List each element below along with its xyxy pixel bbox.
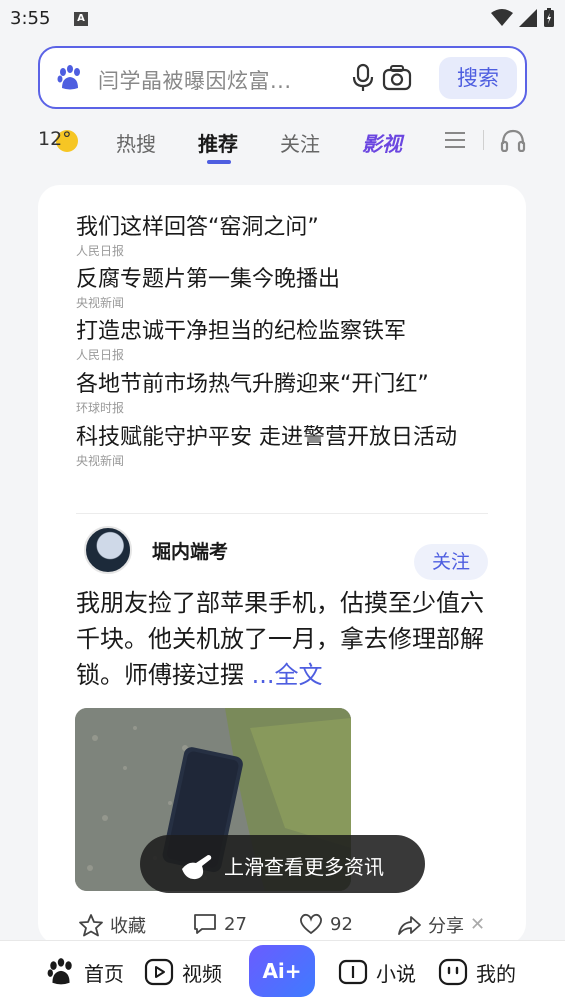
headphones-icon[interactable] [500,128,526,152]
comment-count: 27 [224,913,247,935]
share-label: 分享 [428,916,464,937]
comment-button[interactable]: 27 [192,912,247,936]
swipe-hand-icon [182,855,212,880]
nav-mine[interactable]: 我的 [438,957,516,987]
news-title[interactable]: 科技赋能守护平安 走进警营开放日活动 [76,421,496,454]
avatar[interactable] [84,526,132,574]
nav-novel[interactable]: 小说 [338,957,416,987]
tab-divider [483,130,484,150]
tab-recommend[interactable]: 推荐 [198,128,238,157]
like-count: 92 [330,913,353,935]
news-item[interactable]: 各地节前市场热气升腾迎来“开门红” 环球时报 [76,368,496,415]
swipe-hint-toast: 上滑查看更多资讯 [140,835,425,893]
tab-video[interactable]: 影视 [362,128,402,157]
favorite-label: 收藏 [110,916,146,937]
nav-video[interactable]: 视频 [144,957,222,987]
status-bar: 3:55 A [0,0,565,38]
news-title[interactable]: 我们这样回答“窑洞之问” [76,211,496,244]
feed-card: 我们这样回答“窑洞之问” 人民日报 反腐专题片第一集今晚播出 央视新闻 打造忠诚… [38,185,526,945]
news-title[interactable]: 打造忠诚干净担当的纪检监察铁军 [76,315,496,348]
news-source: 环球时报 [76,401,125,415]
like-button[interactable]: 92 [298,912,353,936]
share-icon [398,916,421,935]
channel-tabs: 12° 热搜 推荐 关注 影视 [0,118,565,168]
read-more-link[interactable]: ...全文 [252,661,323,689]
tab-follow[interactable]: 关注 [280,128,320,157]
close-icon[interactable]: ✕ [470,914,485,935]
post-body[interactable]: 我朋友捡了部苹果手机，估摸至少值六千块。他关机放了一月，拿去修理部解锁。师傅接过… [76,585,486,693]
tab-hot[interactable]: 热搜 [116,128,156,157]
star-icon [79,914,103,937]
news-item[interactable]: 我们这样回答“窑洞之问” 人民日报 [76,211,496,258]
news-source: 人民日报 [76,348,125,362]
news-title[interactable]: 反腐专题片第一集今晚播出 [76,263,496,296]
heart-icon [300,913,322,935]
author-name[interactable]: 堀内端考 [152,537,228,564]
news-item[interactable]: 科技赋能守护平安 走进警营开放日活动 央视新闻 [76,421,496,468]
news-source: 央视新闻 [76,296,125,310]
baidu-paw-icon [57,65,80,90]
toast-text: 上滑查看更多资讯 [224,855,384,879]
news-item[interactable]: 反腐专题片第一集今晚播出 央视新闻 [76,263,496,310]
follow-button[interactable]: 关注 [414,544,488,580]
signal-icon [519,9,537,27]
notification-icon: A [74,12,88,26]
search-button[interactable]: 搜索 [439,57,517,99]
battery-icon [544,8,554,27]
nav-home[interactable]: 首页 [46,957,124,987]
divider [76,513,488,514]
profile-icon [438,958,468,986]
ai-assistant-button[interactable]: Ai+ [249,945,315,997]
nav-home-label: 首页 [84,961,124,986]
play-icon [144,958,174,986]
menu-icon[interactable] [444,130,466,150]
news-source: 央视新闻 [76,454,125,468]
status-icons [491,8,555,28]
camera-icon[interactable] [382,64,412,92]
nav-video-label: 视频 [182,961,222,986]
news-source: 人民日报 [76,244,125,258]
book-icon [338,959,368,985]
post-actions: 收藏 27 92 分享 ✕ [0,908,565,942]
microphone-icon[interactable] [352,63,374,93]
weather-temp[interactable]: 12° [38,128,72,150]
share-button[interactable]: 分享 [396,912,464,938]
nav-mine-label: 我的 [476,961,516,986]
status-time: 3:55 [10,8,51,29]
bottom-nav: 首页 视频 Ai+ 小说 我的 [0,940,565,1004]
news-title[interactable]: 各地节前市场热气升腾迎来“开门红” [76,368,496,401]
active-tab-indicator [207,160,231,164]
baidu-paw-icon [47,958,72,985]
search-box[interactable]: 闫学晶被曝因炫富... 搜索 [38,46,527,109]
wifi-icon [491,9,513,26]
comment-icon [194,914,216,934]
news-item[interactable]: 打造忠诚干净担当的纪检监察铁军 人民日报 [76,315,496,362]
search-input[interactable]: 闫学晶被曝因炫富... [98,65,292,95]
favorite-button[interactable]: 收藏 [78,912,146,938]
nav-novel-label: 小说 [376,961,416,986]
